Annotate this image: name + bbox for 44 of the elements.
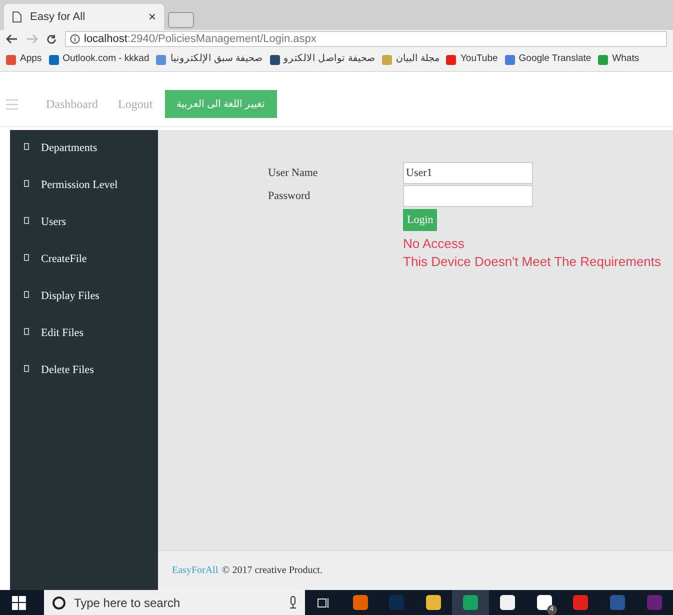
reload-icon[interactable] — [46, 34, 57, 44]
back-arrow-icon[interactable] — [6, 34, 18, 44]
error-message: No Access — [403, 235, 466, 253]
microphone-icon[interactable] — [288, 596, 297, 609]
bookmark[interactable]: صحيفة تواصل الالكترو — [270, 52, 375, 67]
square-icon — [24, 291, 29, 298]
sidebar-item[interactable]: Users — [10, 214, 158, 251]
square-icon — [24, 328, 29, 335]
copyright-text: © 2017 creative Product. — [222, 564, 322, 578]
sidebar-item[interactable]: Permission Level — [10, 177, 158, 214]
bookmark[interactable]: صحيفة سبق الإلكترونيا — [156, 52, 263, 67]
square-icon — [24, 254, 29, 261]
url-text: localhost:2940/PoliciesManagement/Login.aspx — [84, 32, 316, 47]
tab-title: Easy for All — [30, 10, 86, 25]
sidebar-item[interactable]: Display Files — [10, 288, 158, 325]
info-icon — [70, 34, 80, 44]
username-field[interactable]: User1 — [403, 162, 533, 184]
bookmark[interactable]: Whats — [598, 52, 640, 67]
bookmark[interactable]: Apps — [6, 52, 42, 67]
address-field[interactable]: localhost:2940/PoliciesManagement/Login.aspx — [65, 31, 667, 47]
sidebar-item[interactable]: Departments — [10, 140, 158, 177]
page-icon — [12, 11, 22, 23]
sidebar-item[interactable]: Delete Files — [10, 362, 158, 399]
sidebar-item[interactable]: Edit Files — [10, 325, 158, 362]
square-icon — [24, 180, 29, 187]
browser-tab[interactable]: Easy for All × — [4, 4, 164, 30]
search-field[interactable]: Type here to search — [44, 590, 305, 615]
error-message: This Device Doesn't Meet The Requirements — [403, 253, 662, 271]
sidebar-item[interactable]: CreateFile — [10, 251, 158, 288]
new-tab-button[interactable] — [168, 12, 194, 28]
square-icon — [24, 217, 29, 224]
bookmark[interactable]: Outlook.com - kkkad — [48, 52, 150, 67]
username-label: User Name — [268, 166, 319, 181]
bookmark[interactable]: مجلة البيان — [382, 52, 440, 67]
password-label: Password — [268, 188, 312, 204]
bookmark[interactable]: Google Translate — [504, 52, 592, 67]
windows-start-icon[interactable] — [12, 596, 26, 610]
square-icon — [24, 365, 29, 372]
bookmark[interactable]: YouTube — [446, 52, 498, 67]
task-view-icon[interactable] — [316, 596, 330, 608]
square-icon — [24, 143, 29, 150]
password-field[interactable] — [403, 185, 533, 207]
close-icon[interactable]: × — [148, 7, 156, 27]
search-circle-icon — [52, 596, 66, 610]
